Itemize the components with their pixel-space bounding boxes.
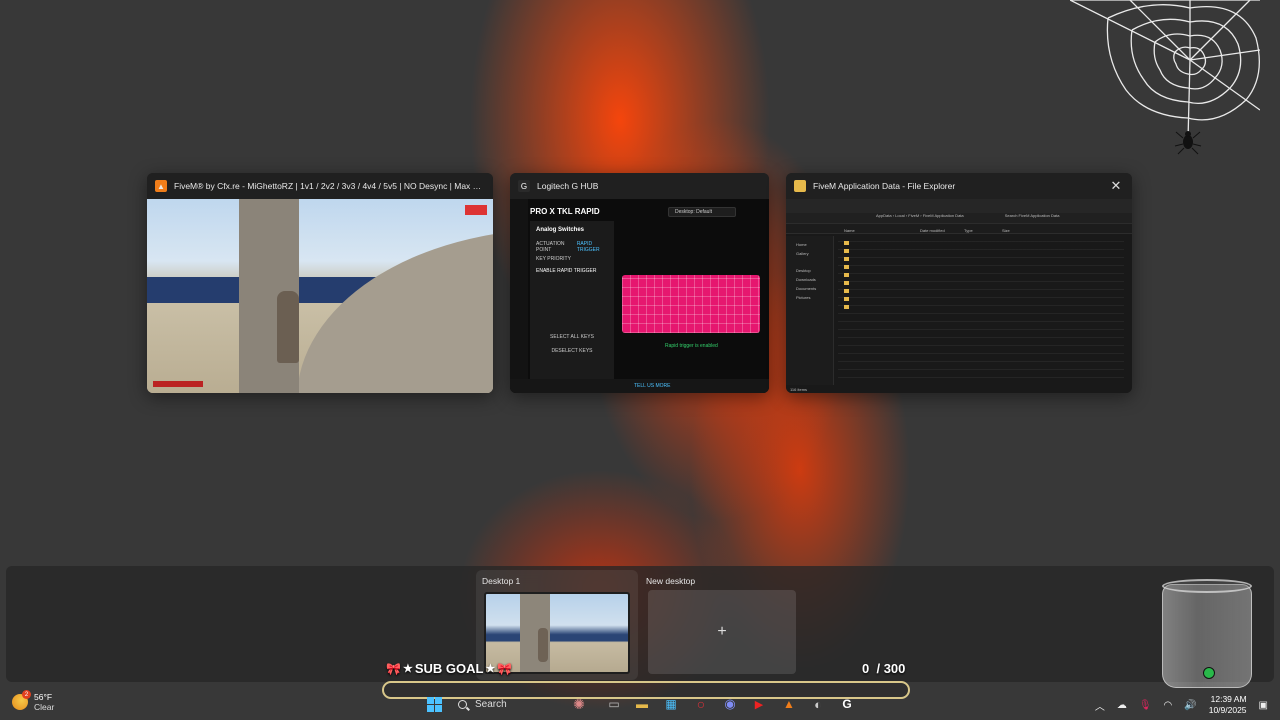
fe-file-list <box>838 239 1124 385</box>
game-hud-badge <box>465 205 487 215</box>
clock-date: 10/9/2025 <box>1208 705 1247 715</box>
notification-icon[interactable]: ▣ <box>1259 700 1268 711</box>
game-character <box>277 291 299 363</box>
ghub-footer: TELL US MORE <box>510 379 769 393</box>
bow-icon: 🎀 <box>497 661 513 676</box>
sub-goal-count: 0 / 300 <box>862 661 906 676</box>
ghub-select-all: SELECT ALL KEYS <box>550 334 594 340</box>
notification-badge: 2 <box>22 690 31 699</box>
weather-temp: 56°F <box>34 692 53 702</box>
ghub-profile-dropdown: Desktop: Default <box>668 207 736 217</box>
file-explorer-icon[interactable]: ▬ <box>633 695 651 713</box>
weather-desc: Clear <box>34 702 55 712</box>
new-desktop[interactable]: New desktop + <box>640 570 802 680</box>
ghub-deselect: DESELECT KEYS <box>551 348 593 354</box>
task-view-icon[interactable]: ▭ <box>605 695 623 713</box>
window-preview: PRO X TKL RAPID Desktop: Default Analog … <box>510 199 769 393</box>
glass-decoration <box>1162 579 1252 688</box>
window-title: FiveM® by Cfx.re - MiGhettoRZ | 1v1 / 2v… <box>174 181 485 191</box>
youtube-icon[interactable]: ▶ <box>750 695 768 713</box>
plus-icon: + <box>717 623 727 640</box>
opera-icon[interactable]: ○ <box>692 695 710 713</box>
window-preview: AppData › Local › FiveM › FiveM Applicat… <box>786 199 1132 393</box>
fe-status: 116 items <box>790 387 808 392</box>
microphone-icon[interactable]: 🎙 <box>1139 700 1152 711</box>
ghub-tab-actuation: ACTUATION POINT <box>536 241 565 253</box>
ghub-sidebar <box>510 199 528 393</box>
window-title: FiveM Application Data - File Explorer <box>813 181 956 191</box>
chevron-up-icon[interactable]: ︿ <box>1095 698 1105 713</box>
sub-goal-label: 🎀 ★ SUB GOAL ★ 🎀 <box>386 661 513 676</box>
ghub-device-name: PRO X TKL RAPID <box>530 207 600 216</box>
clock-time: 12:39 AM <box>1210 694 1247 704</box>
octopus-icon[interactable]: ✺ <box>570 695 588 713</box>
fe-navigation-pane: Home Gallery Desktop Downloads Documents… <box>786 236 834 385</box>
star-icon: ★ <box>402 663 413 675</box>
store-icon[interactable]: ▦ <box>662 695 680 713</box>
window-titlebar[interactable]: FiveM Application Data - File Explorer ✕ <box>786 173 1132 199</box>
search-label: Search <box>475 698 507 710</box>
ghub-tab-priority: KEY PRIORITY <box>536 256 571 262</box>
window-title: Logitech G HUB <box>537 181 599 191</box>
window-file-explorer[interactable]: FiveM Application Data - File Explorer ✕… <box>786 173 1132 393</box>
ghub-toggle-label: ENABLE RAPID TRIGGER <box>536 268 597 274</box>
clock[interactable]: 12:39 AM 10/9/2025 <box>1209 694 1247 716</box>
ghub-tab-rapid: RAPID TRIGGER <box>576 241 600 253</box>
fivem-icon: ▲ <box>155 180 167 192</box>
new-desktop-button[interactable]: + <box>648 590 796 674</box>
ghub-analog-panel: Analog Switches ACTUATION POINT RAPID TR… <box>530 221 614 379</box>
bow-icon: 🎀 <box>386 661 401 676</box>
gem-icon <box>1203 667 1215 679</box>
star-icon: ★ <box>485 663 496 675</box>
weather-icon: 2 <box>12 690 31 710</box>
ghub-keyboard-image <box>622 275 760 333</box>
ghub-panel-title: Analog Switches <box>536 227 585 233</box>
search-icon <box>458 699 467 709</box>
windows-icon <box>426 696 442 712</box>
ghub-status: Rapid trigger is enabled <box>665 343 718 349</box>
window-fivem[interactable]: ▲ FiveM® by Cfx.re - MiGhettoRZ | 1v1 / … <box>147 173 493 393</box>
start-button[interactable] <box>425 695 443 713</box>
steam-icon[interactable]: ◐ <box>809 695 827 713</box>
window-logitech-ghub[interactable]: G Logitech G HUB PRO X TKL RAPID Desktop… <box>510 173 769 393</box>
close-icon[interactable]: ✕ <box>1108 178 1124 194</box>
logitech-g-taskbar-icon[interactable]: G <box>838 695 856 713</box>
wifi-icon[interactable]: ◠ <box>1164 700 1173 711</box>
game-health-bar <box>153 381 203 387</box>
folder-icon <box>794 180 806 192</box>
window-titlebar[interactable]: G Logitech G HUB <box>510 173 769 199</box>
window-preview <box>147 199 493 393</box>
discord-icon[interactable]: ◉ <box>721 695 739 713</box>
new-desktop-label: New desktop <box>646 576 696 586</box>
logitech-g-icon: G <box>518 180 530 192</box>
weather-widget[interactable]: 2 56°F Clear <box>12 690 55 712</box>
system-tray: ︿ ☁ 🎙 ◠ 🔊 12:39 AM 10/9/2025 ▣ <box>1095 690 1280 720</box>
cloud-icon[interactable]: ☁ <box>1117 700 1127 711</box>
volume-icon[interactable]: 🔊 <box>1184 700 1196 711</box>
window-titlebar[interactable]: ▲ FiveM® by Cfx.re - MiGhettoRZ | 1v1 / … <box>147 173 493 199</box>
fe-address-bar: AppData › Local › FiveM › FiveM Applicat… <box>786 213 1132 224</box>
desktop-label: Desktop 1 <box>482 576 521 586</box>
spider-web-decoration <box>1070 0 1260 155</box>
fivem-taskbar-icon[interactable]: ▲ <box>780 695 798 713</box>
